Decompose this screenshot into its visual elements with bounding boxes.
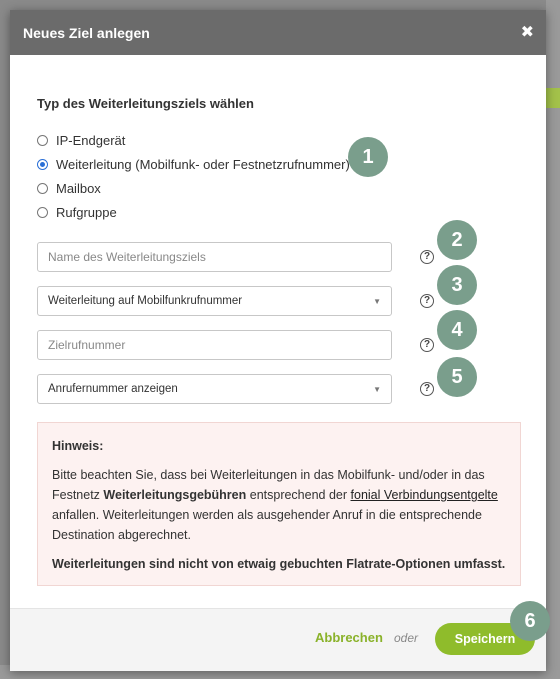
radio-option-mailbox[interactable]: Mailbox: [37, 176, 520, 200]
help-icon[interactable]: ?: [420, 250, 434, 264]
target-type-title: Typ des Weiterleitungsziels wählen: [37, 96, 254, 111]
dialog-footer: Abbrechen oder Speichern: [10, 608, 546, 671]
dialog-title: Neues Ziel anlegen: [23, 24, 150, 41]
radio-label: Rufgruppe: [56, 204, 117, 220]
radio-label: Mailbox: [56, 180, 101, 196]
dialog-header: Neues Ziel anlegen ✖: [10, 10, 546, 55]
radio-option-forwarding[interactable]: Weiterleitung (Mobilfunk- oder Festnetzr…: [37, 152, 520, 176]
forward-type-value: Weiterleitung auf Mobilfunkrufnummer: [48, 295, 243, 307]
caller-id-value: Anrufernummer anzeigen: [48, 383, 178, 395]
forwarding-notice: Hinweis: Bitte beachten Sie, dass bei We…: [37, 422, 521, 586]
background-green-strip: [546, 88, 560, 108]
notice-title: Hinweis:: [52, 439, 104, 453]
step-badge-1: 1: [348, 137, 388, 177]
radio-label: IP-Endgerät: [56, 132, 126, 148]
cancel-button[interactable]: Abbrechen: [315, 630, 383, 645]
radio-button[interactable]: [37, 182, 48, 194]
notice-bold-text: Weiterleitungsgebühren: [103, 488, 247, 502]
close-icon[interactable]: ✖: [521, 24, 534, 41]
radio-button[interactable]: [37, 134, 48, 146]
caret-down-icon: ▼: [373, 384, 381, 394]
step-badge-2: 2: [437, 220, 477, 260]
step-badge-4: 4: [437, 310, 477, 350]
notice-paragraph: Bitte beachten Sie, dass bei Weiterleitu…: [52, 465, 506, 545]
radio-option-ip-device[interactable]: IP-Endgerät: [37, 128, 520, 152]
radio-button[interactable]: [37, 206, 48, 218]
step-badge-6: 6: [510, 601, 550, 641]
radio-button-checked[interactable]: [37, 158, 48, 170]
caret-down-icon: ▼: [373, 296, 381, 306]
target-name-input[interactable]: [37, 242, 392, 272]
step-badge-3: 3: [437, 265, 477, 305]
or-label: oder: [394, 631, 419, 645]
help-icon[interactable]: ?: [420, 382, 434, 396]
notice-text: entsprechend der: [246, 488, 351, 502]
help-icon[interactable]: ?: [420, 294, 434, 308]
help-icon[interactable]: ?: [420, 338, 434, 352]
target-number-input[interactable]: [37, 330, 392, 360]
notice-text: anfallen. Weiterleitungen werden als aus…: [52, 508, 482, 542]
caller-id-select[interactable]: Anrufernummer anzeigen ▼: [37, 374, 392, 404]
radio-label: Weiterleitung (Mobilfunk- oder Festnetzr…: [56, 156, 350, 172]
forward-type-select[interactable]: Weiterleitung auf Mobilfunkrufnummer ▼: [37, 286, 392, 316]
new-target-dialog: Neues Ziel anlegen ✖ Typ des Weiterleitu…: [10, 10, 550, 671]
fees-link[interactable]: fonial Verbindungsentgelte: [351, 488, 498, 502]
step-badge-5: 5: [437, 357, 477, 397]
target-type-radio-group: IP-Endgerät Weiterleitung (Mobilfunk- od…: [37, 128, 520, 224]
radio-option-ring-group[interactable]: Rufgruppe: [37, 200, 520, 224]
notice-flatrate-text: Weiterleitungen sind nicht von etwaig ge…: [52, 557, 506, 571]
